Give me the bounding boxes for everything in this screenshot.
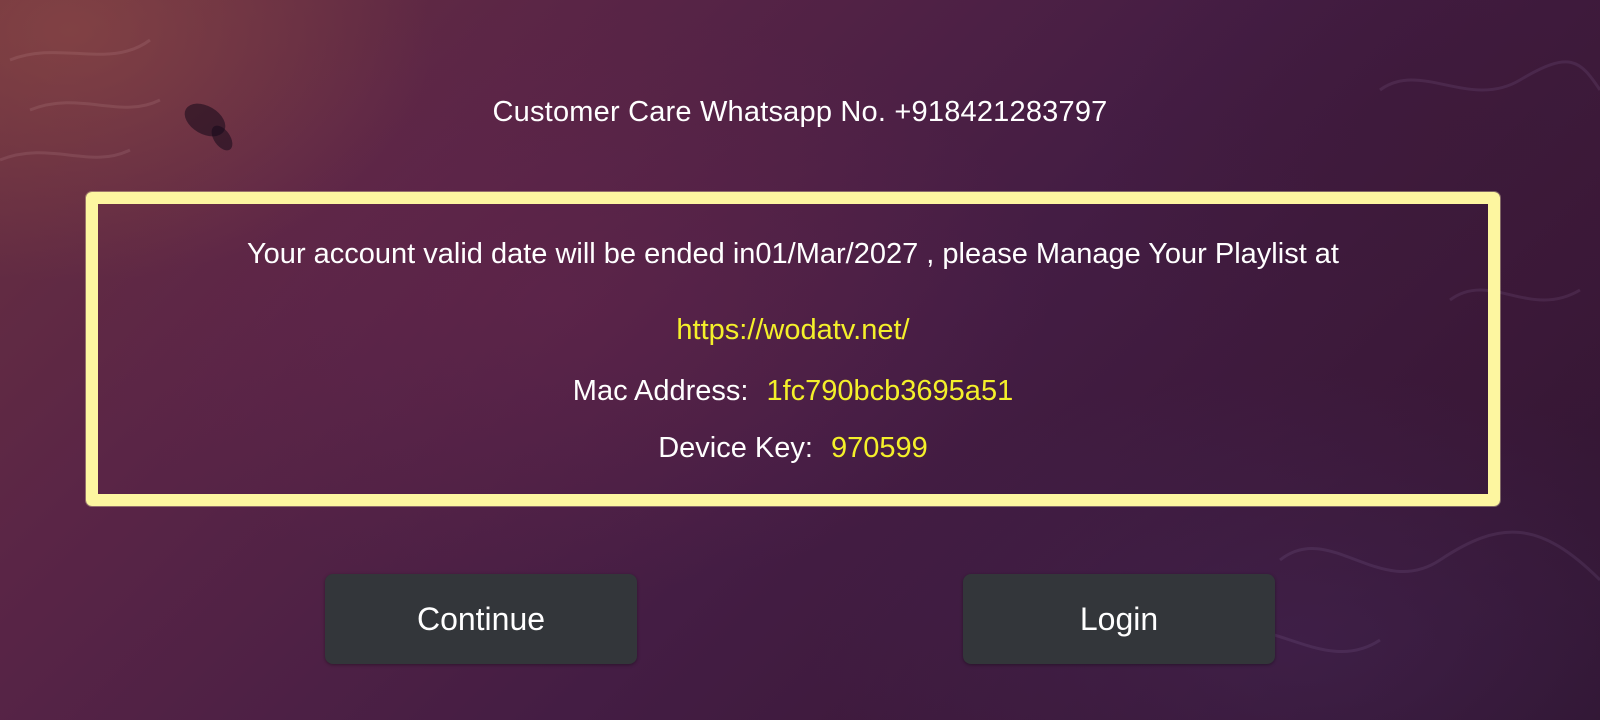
customer-care-whatsapp-number: Customer Care Whatsapp No. +918421283797 — [492, 96, 1108, 128]
login-button[interactable]: Login — [963, 574, 1275, 664]
mac-address-row: Mac Address: 1fc790bcb3695a51 — [98, 375, 1488, 408]
mac-address-label: Mac Address: — [572, 375, 749, 407]
device-key-row: Device Key: 970599 — [98, 432, 1488, 465]
device-key-value: 970599 — [830, 432, 928, 464]
continue-button[interactable]: Continue — [325, 574, 637, 664]
mac-address-value: 1fc790bcb3695a51 — [766, 375, 1014, 407]
manage-playlist-url: https://wodatv.net/ — [676, 314, 910, 346]
device-key-label: Device Key: — [658, 432, 813, 464]
account-info-panel: Your account valid date will be ended in… — [86, 192, 1500, 506]
account-validity-message: Your account valid date will be ended in… — [247, 238, 1339, 270]
